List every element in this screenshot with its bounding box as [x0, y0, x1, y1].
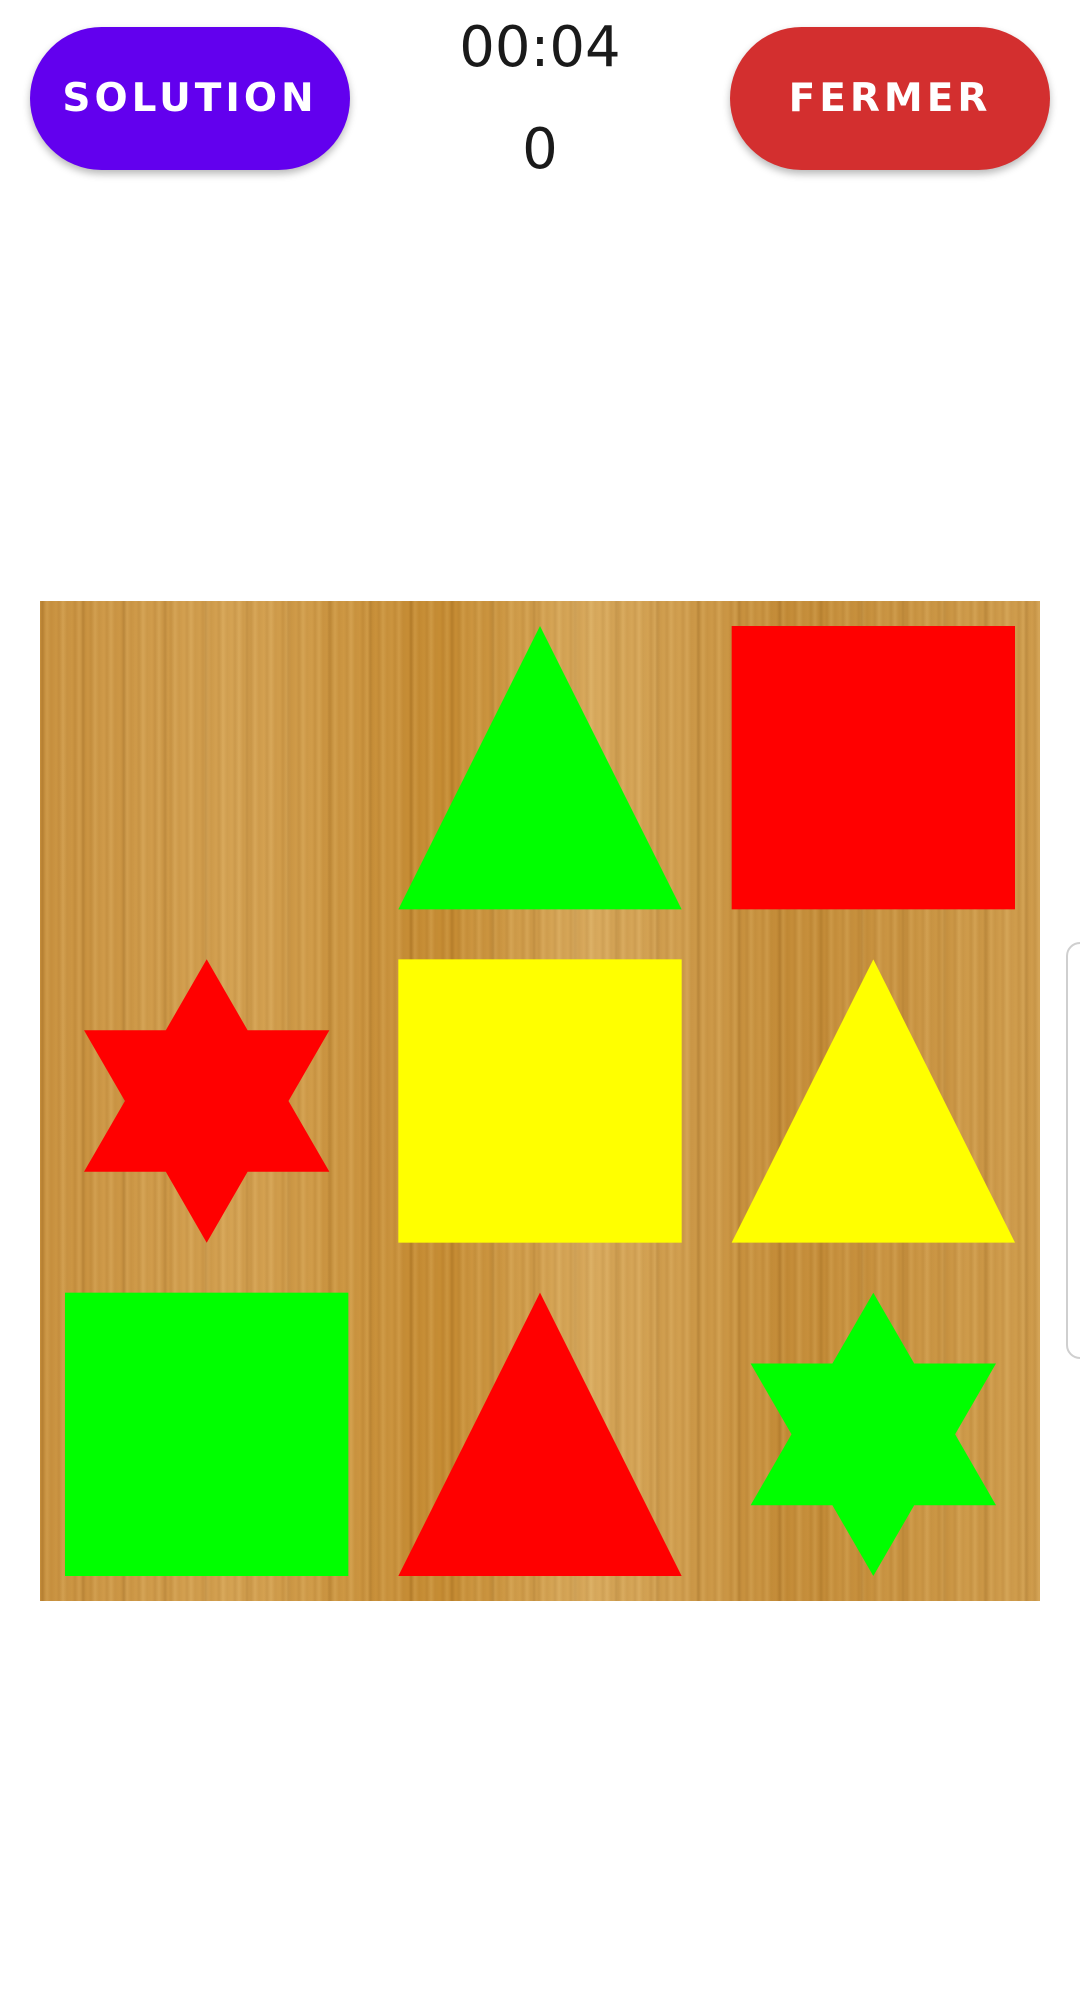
game-board: [40, 601, 1040, 1601]
timer-display: 00:04: [459, 15, 621, 80]
move-counter: 0: [522, 117, 558, 182]
green-triangle-piece[interactable]: [398, 626, 682, 910]
yellow-square-piece[interactable]: [398, 959, 682, 1243]
close-button[interactable]: FERMER: [730, 27, 1050, 170]
board-pieces: [65, 626, 1015, 1576]
yellow-triangle-piece[interactable]: [731, 959, 1015, 1243]
green-square-piece[interactable]: [65, 1292, 349, 1576]
red-square-piece[interactable]: [731, 626, 1015, 910]
solution-button[interactable]: SOLUTION: [30, 27, 350, 170]
green-star-piece[interactable]: [750, 1292, 996, 1576]
edge-panel-handle[interactable]: [1066, 942, 1080, 1359]
red-star-piece[interactable]: [84, 959, 330, 1243]
red-triangle-piece[interactable]: [398, 1292, 682, 1576]
